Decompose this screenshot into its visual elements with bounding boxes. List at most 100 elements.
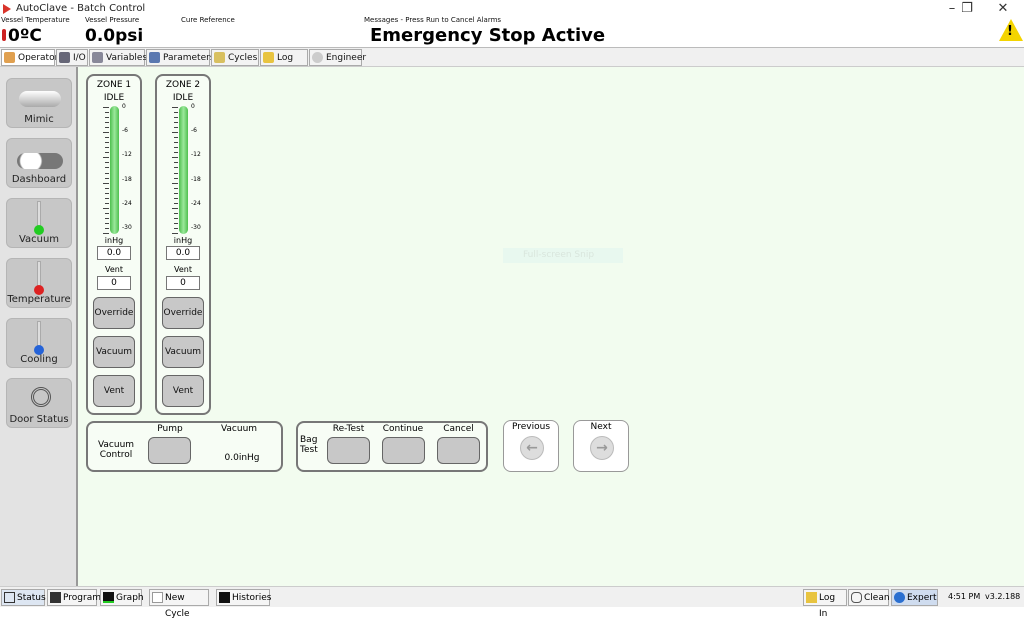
status-button[interactable]: Status <box>1 589 46 606</box>
arrow-left-icon: ← <box>520 436 544 460</box>
gauge-tick <box>103 157 109 159</box>
tab-label: Engineer <box>326 53 367 63</box>
retest-label: Re-Test <box>332 424 365 434</box>
gauge-tick <box>174 192 178 194</box>
expert-button[interactable]: Expert <box>891 589 938 606</box>
gauge-tick <box>174 222 178 224</box>
new-document-icon <box>152 592 163 603</box>
vent-button[interactable]: Vent <box>162 375 204 407</box>
tab-parameters[interactable]: Parameters <box>146 49 215 66</box>
gauge-tick-label: -12 <box>191 151 201 159</box>
tab-variables[interactable]: Variables <box>89 49 147 66</box>
gauge-tick-label: -24 <box>122 199 132 207</box>
retest-button[interactable] <box>327 437 370 464</box>
door-icon <box>31 387 51 407</box>
sidebar-item-cooling[interactable]: Cooling <box>6 318 72 368</box>
vessel-icon <box>19 91 61 107</box>
gauge-tick <box>174 202 178 204</box>
vent-value-field: 0 <box>97 276 131 290</box>
vent-label: Vent <box>105 265 123 274</box>
snip-overlay: Full-screen Snip <box>503 248 623 263</box>
vent-value-field: 0 <box>166 276 200 290</box>
sidebar-item-dashboard[interactable]: Dashboard <box>6 138 72 188</box>
pump-button[interactable] <box>148 437 191 464</box>
program-button[interactable]: Program <box>47 589 101 606</box>
gauge-tick <box>174 217 178 219</box>
tab-engineer[interactable]: Engineer <box>309 49 366 66</box>
unit-label: inHg <box>173 236 193 245</box>
thermometer-icon <box>2 29 6 41</box>
gauge-tick <box>172 182 178 184</box>
gauge-tick <box>174 152 178 154</box>
gauge-tick <box>105 172 109 174</box>
help-icon <box>894 592 905 603</box>
gauge-tick <box>105 167 109 169</box>
vacuum-button[interactable]: Vacuum <box>93 336 135 368</box>
sidebar-item-label: Vacuum <box>18 234 60 245</box>
tab-label: Parameters <box>163 53 215 63</box>
continue-label: Continue <box>382 424 424 434</box>
sidebar-item-door-status[interactable]: Door Status <box>6 378 72 428</box>
parameters-icon <box>149 52 160 63</box>
tab-cycles[interactable]: Cycles <box>211 49 259 66</box>
gauge-tick <box>174 167 178 169</box>
next-label: Next <box>590 422 612 432</box>
sidebar-item-label: Temperature <box>7 294 71 305</box>
tab-operator[interactable]: Operator <box>1 49 59 66</box>
sidebar-item-label: Cooling <box>20 354 58 365</box>
sidebar-item-temperature[interactable]: Temperature <box>6 258 72 308</box>
gauge-tick-label: -12 <box>122 151 132 159</box>
restore-button[interactable]: ❐ <box>947 0 987 18</box>
gauge-tick <box>174 117 178 119</box>
close-button[interactable]: ✕ <box>983 0 1023 18</box>
bag-test-panel: Bag Test Re-Test Continue Cancel <box>296 421 488 472</box>
clean-button[interactable]: Clean <box>848 589 890 606</box>
tab-label: I/O <box>73 53 86 63</box>
log-in-button[interactable]: Log In <box>803 589 847 619</box>
gauge-tick <box>105 162 109 164</box>
flag-icon <box>4 592 15 603</box>
gauge-tick <box>174 187 178 189</box>
vessel-temperature-value: 0ºC <box>8 26 42 46</box>
gauge-tick <box>174 137 178 139</box>
sidebar-item-label: Dashboard <box>11 174 67 185</box>
zone-panel: ZONE 2 IDLE 0 -6 -12 -18 -24 -30 inHg 0.0 Vent… <box>155 74 211 415</box>
graph-button[interactable]: Graph <box>100 589 144 606</box>
sidebar-item-mimic[interactable]: Mimic <box>6 78 72 128</box>
next-button[interactable]: Next → <box>573 420 629 472</box>
window-title: AutoClave - Batch Control <box>16 3 146 14</box>
gauge-tick <box>174 127 178 129</box>
sidebar-item-vacuum[interactable]: Vacuum <box>6 198 72 248</box>
tab-io[interactable]: I/O <box>56 49 88 66</box>
bag-test-label: Bag Test <box>300 435 318 455</box>
clock: 4:51 PM <box>948 592 981 601</box>
messages-label: Messages - Press Run to Cancel Alarms <box>364 16 502 24</box>
gauge-tick-label: 0 <box>191 103 195 110</box>
vessel-pressure-label: Vessel Pressure <box>85 16 140 24</box>
alarm-message: Emergency Stop Active <box>370 25 606 46</box>
override-button[interactable]: Override <box>93 297 135 329</box>
vacuum-button[interactable]: Vacuum <box>162 336 204 368</box>
previous-button[interactable]: Previous ← <box>503 420 559 472</box>
status-bar: Status Program Graph New Cycle Histories… <box>0 586 1024 619</box>
gauge-tick <box>103 182 109 184</box>
override-button[interactable]: Override <box>162 297 204 329</box>
main-area <box>78 67 1024 586</box>
gauge-tick <box>103 207 109 209</box>
continue-button[interactable] <box>382 437 425 464</box>
vacuum-value-field: 0.0 <box>166 246 200 260</box>
gauge-tick <box>172 233 178 234</box>
tab-label: Operator <box>18 53 59 63</box>
cancel-button[interactable] <box>437 437 480 464</box>
new-cycle-button[interactable]: New Cycle <box>149 589 209 619</box>
gauge-tick <box>103 107 109 108</box>
gauge-tick <box>105 142 109 144</box>
gauge-tick <box>174 177 178 179</box>
tab-log-ins[interactable]: Log Ins <box>260 49 308 79</box>
gauge-tick <box>105 137 109 139</box>
vacuum-gauge-bar <box>110 106 119 234</box>
histories-button[interactable]: Histories <box>216 589 271 606</box>
gauge-tick <box>105 127 109 129</box>
vent-button[interactable]: Vent <box>93 375 135 407</box>
tab-bar: Operator I/O Variables Parameters Cycles… <box>0 47 1024 79</box>
